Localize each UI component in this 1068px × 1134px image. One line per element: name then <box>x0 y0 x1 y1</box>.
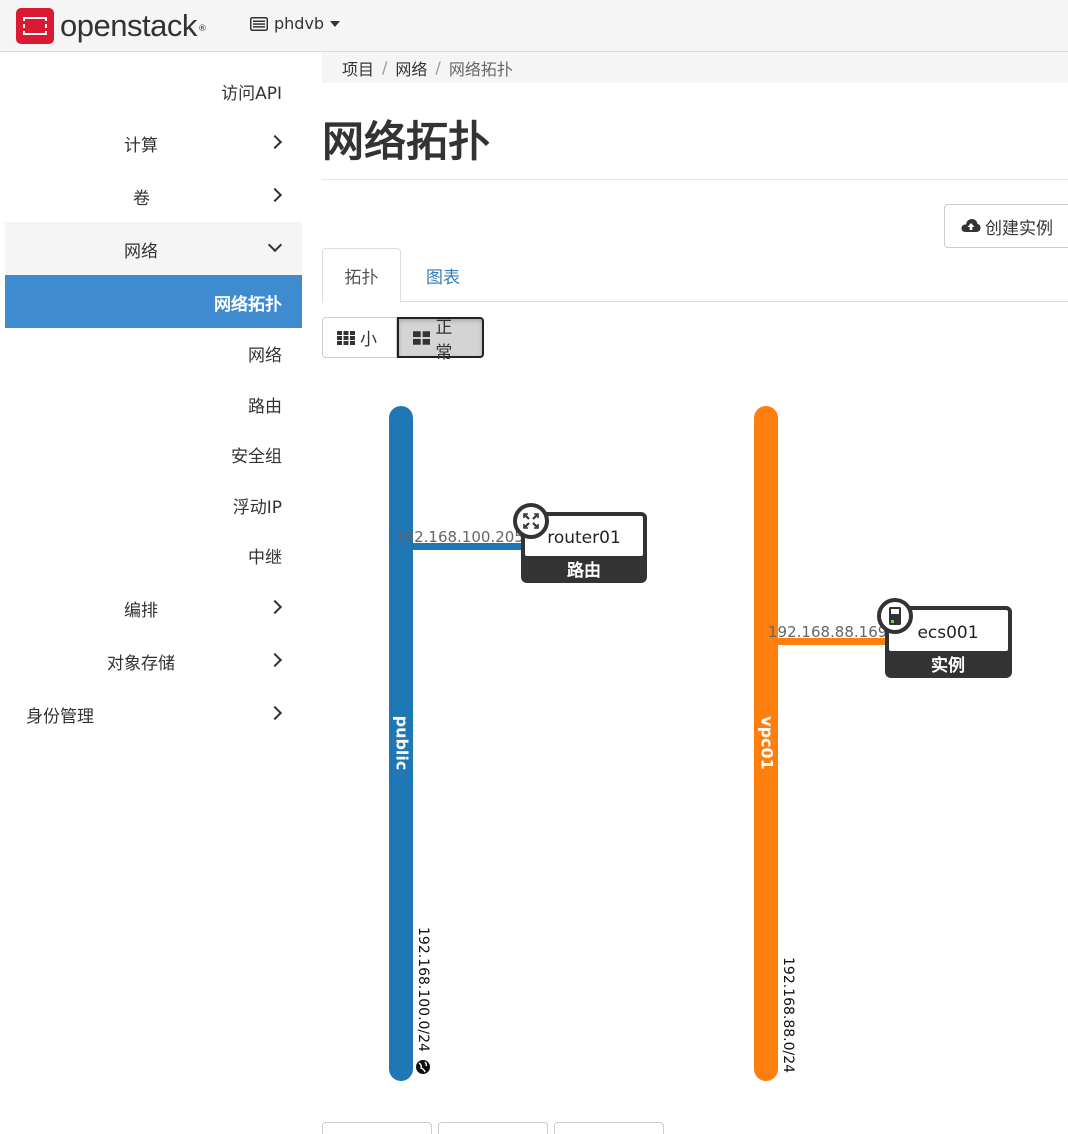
sidebar-item-label: 网络 <box>124 242 158 262</box>
openstack-logo-icon <box>16 8 54 44</box>
sidebar-item-label: 安全组 <box>231 447 282 467</box>
chevron-right-icon <box>267 134 283 150</box>
project-list-icon <box>250 16 268 31</box>
brand-reg: ® <box>197 24 207 34</box>
sidebar-item-label: 访问API <box>221 84 282 104</box>
caret-down-icon <box>330 20 341 27</box>
bottom-button[interactable] <box>438 1122 548 1134</box>
sidebar-item-label: 卷 <box>133 189 150 209</box>
router-port-ip: 192.168.100.205 <box>395 528 524 546</box>
network-cidr: 192.168.88.0/24 <box>780 957 796 1073</box>
network-name: vpc01 <box>758 716 777 770</box>
chevron-right-icon <box>267 705 283 721</box>
size-small-button[interactable]: 小 <box>322 317 397 358</box>
chevron-down-icon <box>267 237 283 253</box>
project-selector[interactable]: phdvb <box>250 14 341 33</box>
brand-name: openstack <box>60 8 197 43</box>
device-type: 路由 <box>567 560 601 581</box>
chevron-right-icon <box>267 652 283 668</box>
breadcrumb-network[interactable]: 网络 <box>395 56 427 80</box>
sidebar-item-volumes[interactable]: 卷 <box>5 173 302 217</box>
network-vpc01[interactable]: vpc01 192.168.88.0/24 <box>754 406 796 1081</box>
sidebar-item-object-storage[interactable]: 对象存储 <box>5 638 302 682</box>
sidebar-item-trunks[interactable]: 中继 <box>5 534 302 574</box>
sidebar-item-compute[interactable]: 计算 <box>5 120 302 164</box>
sidebar-item-label: 对象存储 <box>107 654 175 674</box>
sidebar-item-floating-ips[interactable]: 浮动IP <box>5 484 302 524</box>
openstack-logo[interactable]: openstack ® <box>16 8 207 44</box>
sidebar-item-label: 浮动IP <box>232 498 282 518</box>
chevron-right-icon <box>267 599 283 615</box>
breadcrumb-separator: / <box>382 58 388 77</box>
page-title: 网络拓扑 <box>322 117 491 166</box>
divider <box>322 179 1068 180</box>
bottom-button[interactable] <box>322 1122 432 1134</box>
top-navbar: openstack ® phdvb <box>0 0 1068 52</box>
size-normal-label: 正常 <box>435 317 453 363</box>
cloud-upload-icon <box>961 219 981 232</box>
device-router01[interactable]: router01 路由 <box>513 503 647 583</box>
sidebar-item-label: 网络 <box>248 346 282 366</box>
sidebar-item-orchestration[interactable]: 编排 <box>5 585 302 629</box>
bottom-button[interactable] <box>554 1122 664 1134</box>
sidebar-item-networks[interactable]: 网络 <box>5 332 302 372</box>
sidebar-item-label: 路由 <box>248 397 282 417</box>
sidebar-item-label: 中继 <box>248 548 282 568</box>
server-icon <box>877 598 913 634</box>
device-ecs001[interactable]: ecs001 实例 <box>877 598 1012 678</box>
create-instance-label: 创建实例 <box>985 218 1053 239</box>
sidebar-item-routers[interactable]: 路由 <box>5 383 302 423</box>
instance-port-ip: 192.168.88.169 <box>768 623 887 641</box>
size-toggle-group: 小 正常 <box>322 317 484 363</box>
sidebar: 访问API 计算 卷 网络 网络拓扑 网络 路由 安全组 浮动IP 中继 编排 … <box>5 52 302 1128</box>
size-small-label: 小 <box>360 330 377 350</box>
device-name: ecs001 <box>917 623 978 643</box>
sidebar-item-network[interactable]: 网络 <box>5 222 302 275</box>
bottom-action-buttons <box>322 1122 664 1134</box>
router-link <box>413 543 523 550</box>
sidebar-item-label: 编排 <box>124 601 158 621</box>
sidebar-item-network-topology[interactable]: 网络拓扑 <box>5 275 302 328</box>
sidebar-item-label: 计算 <box>124 136 158 156</box>
globe-icon <box>416 1060 430 1074</box>
view-tabs: 拓扑 图表 <box>322 248 1068 303</box>
grid-small-icon <box>337 330 355 345</box>
device-name: router01 <box>547 528 621 548</box>
chevron-right-icon <box>267 187 283 203</box>
grid-large-icon <box>413 330 431 345</box>
sidebar-item-identity[interactable]: 身份管理 <box>5 691 302 735</box>
network-cidr: 192.168.100.0/24 <box>415 927 431 1052</box>
sidebar-item-security-groups[interactable]: 安全组 <box>5 433 302 473</box>
sidebar-item-label: 网络拓扑 <box>214 295 282 315</box>
create-instance-button[interactable]: 创建实例 <box>944 204 1068 248</box>
size-normal-button[interactable]: 正常 <box>397 317 484 363</box>
router-icon <box>513 503 549 539</box>
breadcrumb-separator: / <box>435 58 441 77</box>
project-name: phdvb <box>274 14 325 33</box>
network-name: public <box>393 716 412 771</box>
instance-link <box>778 638 888 645</box>
breadcrumb-project[interactable]: 项目 <box>342 56 374 80</box>
tab-topology[interactable]: 拓扑 <box>322 248 401 303</box>
breadcrumb: 项目 / 网络 / 网络拓扑 <box>322 52 1068 83</box>
device-type: 实例 <box>931 655 965 676</box>
network-public[interactable]: public 192.168.100.0/24 <box>389 406 431 1081</box>
tab-graph[interactable]: 图表 <box>408 248 478 302</box>
breadcrumb-current: 网络拓扑 <box>448 59 513 79</box>
sidebar-item-label: 身份管理 <box>26 707 94 727</box>
sidebar-item-access-api[interactable]: 访问API <box>5 70 302 110</box>
